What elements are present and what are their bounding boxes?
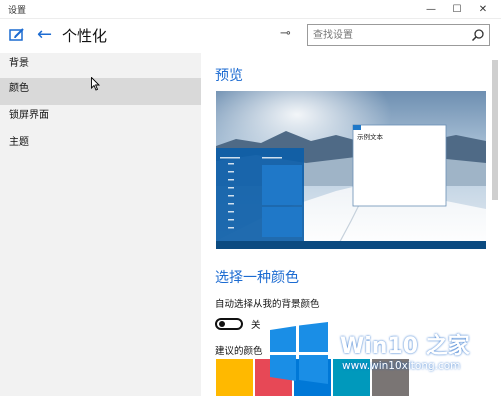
minimize-button[interactable]: —: [418, 0, 444, 19]
page-title: 个性化: [62, 27, 108, 45]
windows-logo-icon: [270, 322, 328, 384]
color-section-title: 选择一种颜色: [215, 270, 299, 286]
watermark-title: Win10 之家: [340, 334, 470, 359]
maximize-button[interactable]: ☐: [444, 0, 470, 19]
mouse-cursor-icon: [91, 77, 101, 91]
back-arrow-icon[interactable]: ←: [37, 23, 52, 47]
toggle-state-label: 关: [251, 320, 261, 331]
search-input[interactable]: [313, 28, 463, 42]
title-bar: 设置 — ☐ ✕: [0, 0, 501, 19]
search-icon[interactable]: [471, 28, 485, 42]
sidebar-item-themes[interactable]: 主题: [0, 132, 201, 159]
preview-title: 预览: [215, 68, 243, 84]
watermark: Win10 之家 www.win10xitong.com: [268, 322, 501, 392]
scrollbar[interactable]: [492, 60, 498, 200]
sidebar-item-background[interactable]: 背景: [0, 53, 201, 80]
suggested-colors-label: 建议的颜色: [215, 346, 263, 357]
search-box[interactable]: [307, 24, 490, 46]
personalization-icon: [9, 28, 24, 41]
sidebar: 背景 颜色 锁屏界面 主题: [0, 53, 201, 396]
window-title: 设置: [8, 6, 27, 16]
theme-preview: 示例文本: [216, 91, 486, 249]
toggle-knob: [219, 321, 225, 327]
pin-icon[interactable]: ⊸: [280, 26, 291, 41]
sidebar-item-lock-screen[interactable]: 锁屏界面: [0, 105, 201, 132]
sample-window-text: 示例文本: [357, 132, 384, 141]
color-swatch[interactable]: [216, 359, 253, 396]
close-button[interactable]: ✕: [470, 0, 496, 19]
app-bar: ← 个性化 ⊸: [0, 19, 501, 53]
auto-pick-label: 自动选择从我的背景颜色: [215, 299, 320, 310]
watermark-url: www.win10xitong.com: [342, 360, 461, 372]
auto-pick-toggle[interactable]: [215, 318, 243, 330]
